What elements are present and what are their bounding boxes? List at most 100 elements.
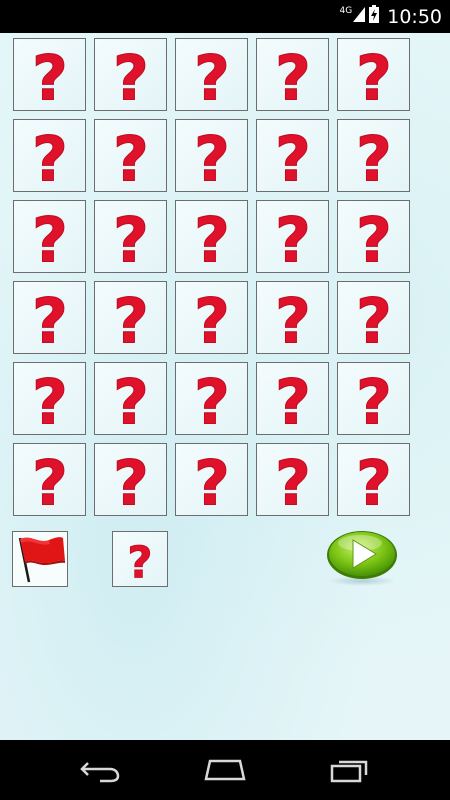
question-mark-icon: ? [112, 286, 149, 350]
face-down-card[interactable]: ? [94, 281, 167, 354]
face-down-card[interactable]: ? [256, 362, 329, 435]
question-mark-icon: ? [31, 205, 68, 269]
svg-text:?: ? [113, 286, 149, 350]
battery-charging-icon [369, 5, 380, 28]
svg-text:?: ? [194, 286, 230, 350]
svg-text:?: ? [356, 124, 392, 188]
svg-text:?: ? [275, 124, 311, 188]
face-down-card[interactable]: ? [13, 38, 86, 111]
face-down-card[interactable]: ? [175, 200, 248, 273]
face-down-card[interactable]: ? [13, 443, 86, 516]
question-mark-icon: ? [127, 538, 153, 584]
question-mark-icon: ? [355, 205, 392, 269]
face-down-card[interactable]: ? [13, 119, 86, 192]
svg-text:?: ? [194, 205, 230, 269]
question-mark-icon: ? [193, 448, 230, 512]
navigation-bar [0, 740, 450, 800]
face-down-card[interactable]: ? [175, 443, 248, 516]
face-down-card[interactable]: ? [94, 362, 167, 435]
face-down-card[interactable]: ? [337, 362, 410, 435]
question-mark-icon: ? [355, 43, 392, 107]
face-down-card[interactable]: ? [175, 119, 248, 192]
question-mark-icon: ? [193, 43, 230, 107]
question-mark-icon: ? [193, 286, 230, 350]
question-mark-icon: ? [31, 448, 68, 512]
face-down-card[interactable]: ? [337, 443, 410, 516]
svg-text:?: ? [356, 367, 392, 431]
svg-text:?: ? [113, 124, 149, 188]
question-mark-icon: ? [355, 367, 392, 431]
svg-text:?: ? [194, 43, 230, 107]
question-mark-icon: ? [355, 448, 392, 512]
flag-button[interactable] [12, 531, 68, 587]
face-down-card[interactable]: ? [256, 281, 329, 354]
svg-text:?: ? [32, 286, 68, 350]
face-down-card[interactable]: ? [256, 200, 329, 273]
face-down-card[interactable]: ? [94, 443, 167, 516]
question-mark-icon: ? [193, 205, 230, 269]
svg-text:?: ? [275, 367, 311, 431]
face-down-card[interactable]: ? [256, 119, 329, 192]
hint-card[interactable]: ? [112, 531, 168, 587]
network-type: 4G [339, 5, 353, 16]
svg-text:?: ? [113, 367, 149, 431]
question-mark-icon: ? [274, 448, 311, 512]
face-down-card[interactable]: ? [337, 281, 410, 354]
question-mark-icon: ? [193, 367, 230, 431]
question-mark-icon: ? [112, 205, 149, 269]
svg-text:?: ? [194, 448, 230, 512]
svg-text:?: ? [32, 205, 68, 269]
svg-text:?: ? [275, 286, 311, 350]
back-button[interactable] [70, 754, 130, 786]
question-mark-icon: ? [31, 367, 68, 431]
question-mark-icon: ? [31, 286, 68, 350]
face-down-card[interactable]: ? [337, 38, 410, 111]
svg-text:?: ? [356, 286, 392, 350]
svg-text:?: ? [275, 43, 311, 107]
question-mark-icon: ? [355, 286, 392, 350]
recent-apps-icon [330, 760, 368, 783]
svg-text:?: ? [32, 43, 68, 107]
svg-text:?: ? [32, 448, 68, 512]
home-icon [204, 759, 246, 781]
face-down-card[interactable]: ? [175, 281, 248, 354]
svg-text:?: ? [356, 448, 392, 512]
signal-icon [353, 6, 366, 27]
face-down-card[interactable]: ? [337, 200, 410, 273]
svg-text:?: ? [32, 367, 68, 431]
svg-text:?: ? [194, 367, 230, 431]
question-mark-icon: ? [355, 124, 392, 188]
home-button[interactable] [195, 754, 255, 786]
game-area: ?????????????????????????????? ? [0, 33, 450, 740]
svg-text:?: ? [113, 43, 149, 107]
recent-apps-button[interactable] [320, 754, 380, 786]
face-down-card[interactable]: ? [175, 38, 248, 111]
face-down-card[interactable]: ? [256, 38, 329, 111]
svg-text:?: ? [356, 205, 392, 269]
red-flag-icon [18, 537, 65, 583]
face-down-card[interactable]: ? [94, 38, 167, 111]
face-down-card[interactable]: ? [175, 362, 248, 435]
play-button[interactable] [326, 529, 398, 587]
svg-text:?: ? [113, 205, 149, 269]
question-mark-icon: ? [31, 43, 68, 107]
play-icon [327, 531, 397, 586]
back-icon [80, 762, 120, 783]
question-mark-icon: ? [274, 367, 311, 431]
face-down-card[interactable]: ? [13, 200, 86, 273]
question-mark-icon: ? [112, 448, 149, 512]
svg-text:?: ? [194, 124, 230, 188]
svg-text:?: ? [356, 43, 392, 107]
face-down-card[interactable]: ? [13, 281, 86, 354]
face-down-card[interactable]: ? [94, 119, 167, 192]
svg-text:?: ? [275, 448, 311, 512]
face-down-card[interactable]: ? [337, 119, 410, 192]
status-icons: 4G 10:50 [340, 0, 442, 33]
face-down-card[interactable]: ? [94, 200, 167, 273]
question-mark-icon: ? [274, 43, 311, 107]
face-down-card[interactable]: ? [256, 443, 329, 516]
status-bar: 4G 10:50 [0, 0, 450, 33]
question-mark-icon: ? [193, 124, 230, 188]
face-down-card[interactable]: ? [13, 362, 86, 435]
svg-text:?: ? [32, 124, 68, 188]
